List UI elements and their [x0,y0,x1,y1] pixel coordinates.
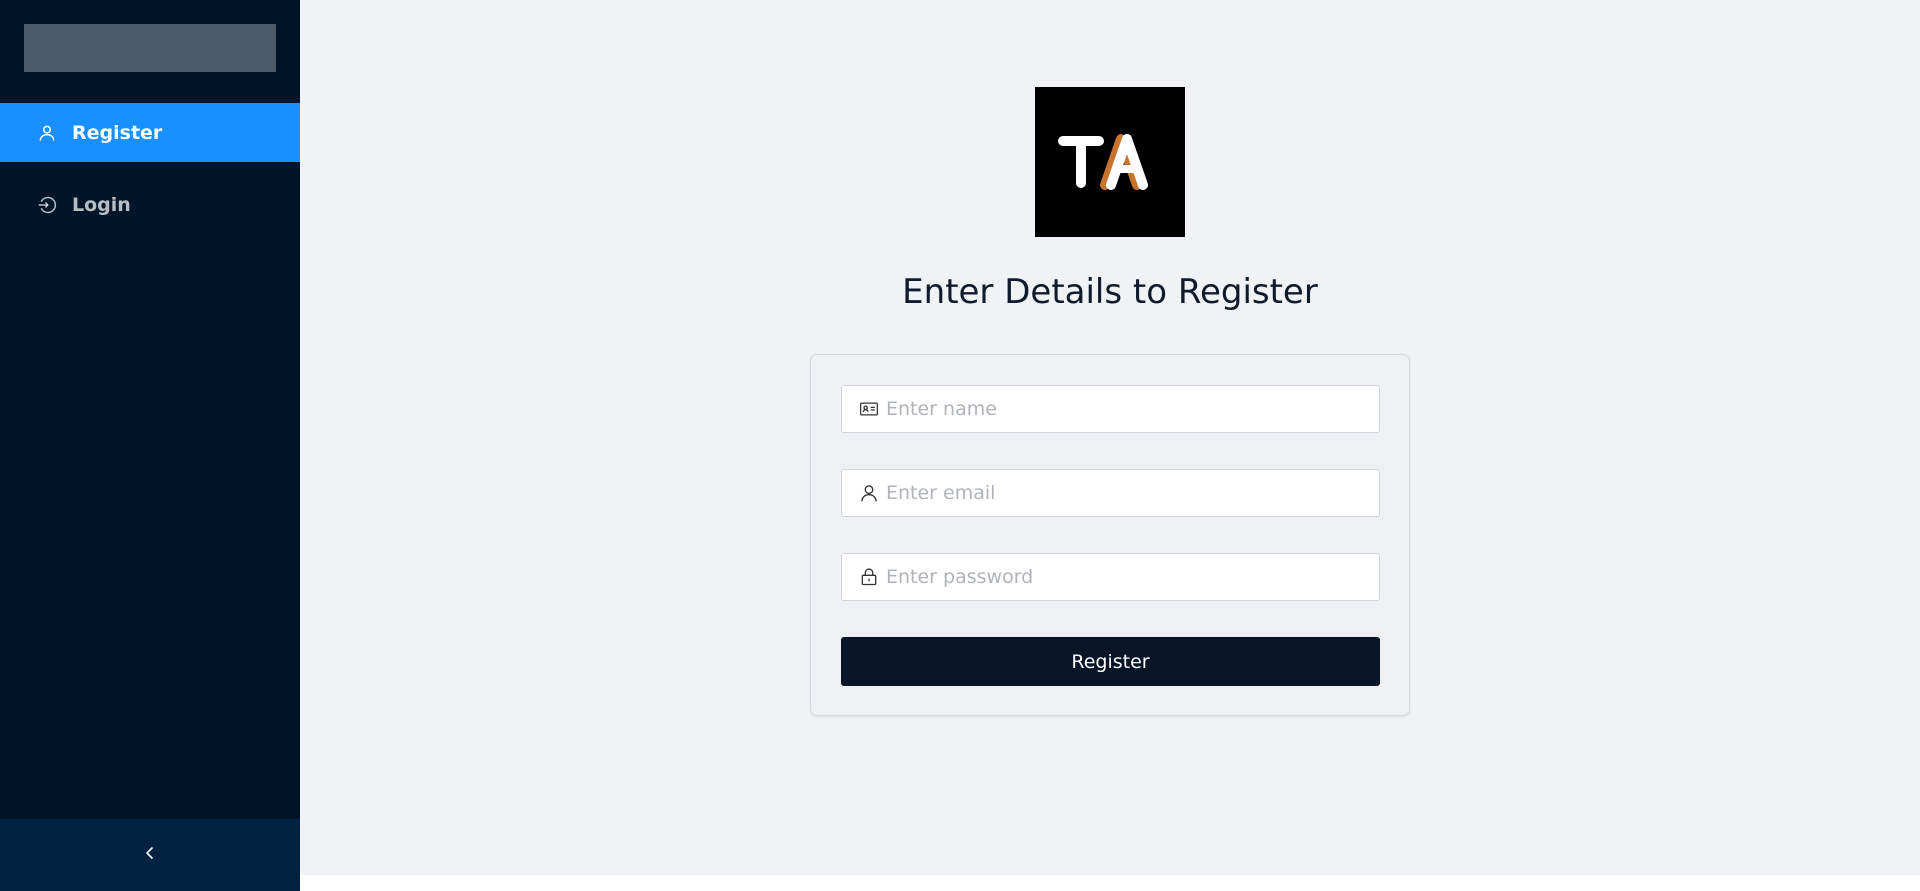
user-icon [36,122,58,144]
name-field[interactable] [841,385,1380,433]
password-field[interactable] [841,553,1380,601]
login-icon [36,194,58,216]
email-input[interactable] [886,482,1379,504]
register-form: Register [810,354,1410,716]
main-content: Enter Details to Register Enter name Ent… [300,0,1920,875]
page-title: Enter Details to Register [902,272,1318,312]
sidebar-logo-placeholder [24,24,276,72]
sidebar-item-login[interactable]: Login [0,175,300,234]
lock-icon [858,566,880,588]
sidebar-item-label: Login [72,193,131,216]
name-input[interactable] [886,398,1379,420]
sidebar-item-label: Register [72,121,163,144]
bottom-strip [300,875,1920,891]
password-input[interactable] [886,566,1379,588]
chevron-left-icon [142,845,158,865]
id-card-icon [858,398,880,420]
register-button[interactable]: Register [841,637,1380,686]
sidebar-item-register[interactable]: Register [0,103,300,162]
sidebar-menu: Register Login [0,103,300,247]
brand-logo [1035,87,1185,237]
ta-logo-mark [1058,134,1148,190]
sidebar-collapse-button[interactable] [0,819,300,891]
email-field[interactable] [841,469,1380,517]
sidebar: Register Login [0,0,300,891]
user-icon [858,482,880,504]
